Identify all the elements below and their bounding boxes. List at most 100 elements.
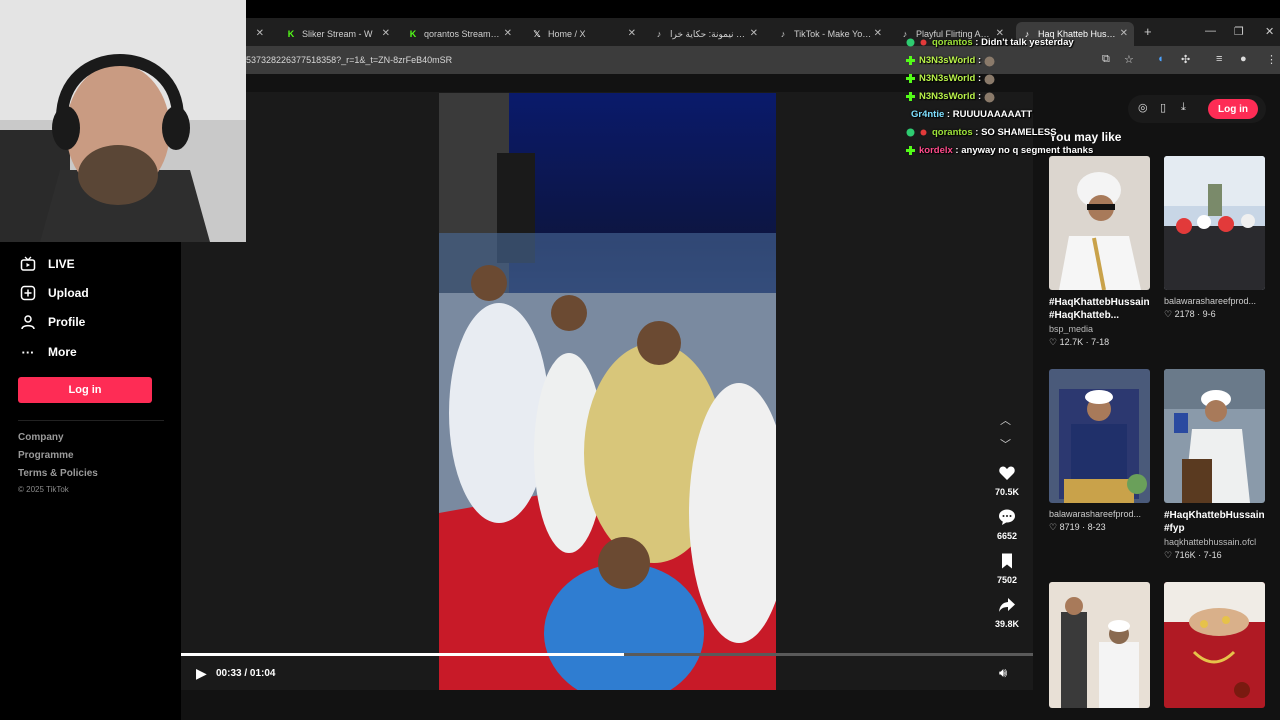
card-meta: ♡ 716K · 7-16 — [1164, 550, 1222, 560]
tab-title: عماد نيمونة: حكاية خرا — [670, 28, 748, 39]
chat-username[interactable]: kordelx — [919, 145, 953, 156]
video-thumbnail[interactable] — [1049, 582, 1150, 708]
login-button[interactable]: Log in — [18, 377, 152, 403]
share-button[interactable]: 39.8K — [990, 596, 1024, 629]
browser-tab[interactable]: 𝕏 Home / X ✕ — [526, 22, 642, 46]
card-likes: 2178 — [1174, 309, 1195, 319]
nav-item-upload[interactable]: Upload — [20, 285, 89, 301]
video-time: 00:33 / 01:04 — [216, 668, 276, 679]
browser-tab[interactable]: K Sliker Stream - W ✕ — [280, 22, 396, 46]
card-likes: 12.7K — [1059, 337, 1084, 347]
chat-username[interactable]: N3N3sWorld — [919, 55, 975, 66]
close-icon[interactable]: ✕ — [382, 28, 390, 39]
new-tab-plus-icon[interactable]: + — [1144, 24, 1152, 39]
card-author[interactable]: balawarashareefprod... — [1049, 509, 1150, 519]
chat-username[interactable]: qorantos — [932, 127, 973, 138]
copyright-text: © 2025 TikTok — [18, 485, 69, 494]
volume-icon[interactable]: 🔊︎ — [999, 665, 1007, 681]
browser-tab[interactable]: ♪ TikTok - Make Your D ✕ — [772, 22, 888, 46]
video-progress-bar[interactable] — [181, 653, 1033, 656]
chat-username[interactable]: N3N3sWorld — [919, 91, 975, 102]
profile-avatar-icon[interactable]: ● — [1240, 53, 1247, 65]
browser-tab[interactable]: K qorantos Stream - W ✕ — [402, 22, 518, 46]
video-card[interactable]: #HaqKhattebHussain #fyp haqkhattebhussai… — [1164, 369, 1265, 561]
video-card[interactable]: balawarashareefprod... ♡ 8719 · 8-23 — [1049, 369, 1150, 533]
bookmark-star-icon[interactable]: ☆ — [1124, 53, 1134, 66]
chat-message: kordelx : anyway no q segment thanks — [906, 145, 1093, 156]
close-icon[interactable]: ✕ — [256, 28, 264, 39]
previous-video-chevron-up-icon[interactable]: ︿ — [1000, 412, 1011, 428]
browser-tab-partial[interactable]: ✕ — [246, 22, 270, 46]
card-date: 7-18 — [1091, 337, 1110, 347]
compass-icon[interactable]: ◎ — [1138, 101, 1148, 114]
video-thumbnail[interactable] — [1164, 582, 1265, 708]
card-author[interactable]: balawarashareefprod... — [1164, 296, 1265, 306]
nav-item-more[interactable]: ··· More — [20, 344, 77, 360]
tiktok-icon: ♪ — [656, 29, 662, 39]
comment-button[interactable]: 6652 — [990, 508, 1024, 541]
video-thumbnail[interactable] — [1164, 156, 1265, 290]
card-title[interactable]: #HaqKhattebHussain #HaqKhatteb... — [1049, 296, 1150, 322]
restore-icon[interactable]: ❐ — [1234, 25, 1244, 38]
play-icon[interactable]: ▶ — [196, 665, 207, 682]
reading-list-icon[interactable]: ≡ — [1216, 53, 1222, 65]
nav-label: LIVE — [48, 257, 75, 271]
login-button-header[interactable]: Log in — [1208, 99, 1258, 119]
x-icon: 𝕏 — [533, 28, 541, 39]
live-tv-icon — [20, 256, 36, 272]
card-meta: ♡ 8719 · 8-23 — [1049, 522, 1106, 532]
video-card[interactable]: #HaqKhattebHussain #HaqKhatteb... bsp_me… — [1049, 156, 1150, 348]
nav-item-profile[interactable]: Profile — [20, 314, 85, 330]
heart-outline-icon: ♡ — [1164, 550, 1173, 560]
video-card[interactable] — [1049, 582, 1150, 708]
video-thumbnail[interactable] — [1164, 369, 1265, 503]
minimize-icon[interactable]: — — [1205, 25, 1216, 37]
chat-username[interactable]: qorantos — [932, 37, 973, 48]
tab-title: qorantos Stream - W — [424, 29, 502, 39]
browser-menu-icon[interactable]: ⋮ — [1266, 53, 1277, 66]
footer-link-terms[interactable]: Terms & Policies — [18, 468, 98, 479]
card-date: 9-6 — [1202, 309, 1216, 319]
footer-link-company[interactable]: Company — [18, 432, 64, 443]
video-player[interactable] — [439, 93, 776, 690]
video-progress-fill — [181, 653, 625, 656]
bookmark-icon — [990, 552, 1024, 572]
next-video-chevron-down-icon[interactable]: ﹀ — [1000, 436, 1011, 452]
chat-message: N3N3sWorld : — [906, 73, 997, 85]
chat-username[interactable]: N3N3sWorld — [919, 73, 975, 84]
save-button[interactable]: 7502 — [990, 552, 1024, 585]
download-icon[interactable]: ⤓ — [1181, 101, 1186, 114]
streamer-webcam — [0, 0, 246, 242]
close-icon[interactable]: ✕ — [628, 28, 636, 39]
kick-badge-icon — [906, 55, 915, 65]
close-icon[interactable]: ✕ — [750, 28, 758, 39]
close-icon[interactable]: ✕ — [504, 28, 512, 39]
card-author[interactable]: haqkhattebhussain.ofcl — [1164, 537, 1265, 547]
heart-icon — [990, 464, 1024, 484]
card-date: 7-16 — [1203, 550, 1222, 560]
kick-icon: K — [409, 29, 417, 39]
device-icon[interactable]: ▯ — [1160, 101, 1166, 114]
url-text[interactable]: 537328226377518358?_r=1&_t=ZN-8zrFeB40mS… — [246, 55, 452, 65]
close-icon[interactable]: ✕ — [1120, 28, 1128, 39]
video-card[interactable]: balawarashareefprod... ♡ 2178 · 9-6 — [1164, 156, 1265, 320]
video-card[interactable] — [1164, 582, 1265, 708]
card-author[interactable]: bsp_media — [1049, 324, 1150, 334]
footer-link-programme[interactable]: Programme — [18, 450, 74, 461]
chat-username[interactable]: Gr4ntie — [911, 109, 944, 120]
window-close-icon[interactable]: ✕ — [1265, 25, 1274, 38]
install-app-icon[interactable]: ⧉ — [1102, 53, 1110, 66]
like-button[interactable]: 70.5K — [990, 464, 1024, 497]
heart-outline-icon: ♡ — [1049, 337, 1058, 347]
more-dots-icon: ··· — [21, 344, 35, 360]
video-thumbnail[interactable] — [1049, 369, 1150, 503]
extension-audio-icon[interactable]: ◖ — [1157, 53, 1164, 65]
close-icon[interactable]: ✕ — [874, 28, 882, 39]
card-title[interactable]: #HaqKhattebHussain #fyp — [1164, 509, 1265, 535]
card-likes: 8719 — [1059, 522, 1080, 532]
extensions-puzzle-icon[interactable]: ✣ — [1181, 53, 1190, 66]
video-thumbnail[interactable] — [1049, 156, 1150, 290]
browser-tab[interactable]: ♪ عماد نيمونة: حكاية خرا ✕ — [648, 22, 764, 46]
heart-outline-icon: ♡ — [1049, 522, 1058, 532]
nav-item-live[interactable]: LIVE — [20, 256, 75, 272]
